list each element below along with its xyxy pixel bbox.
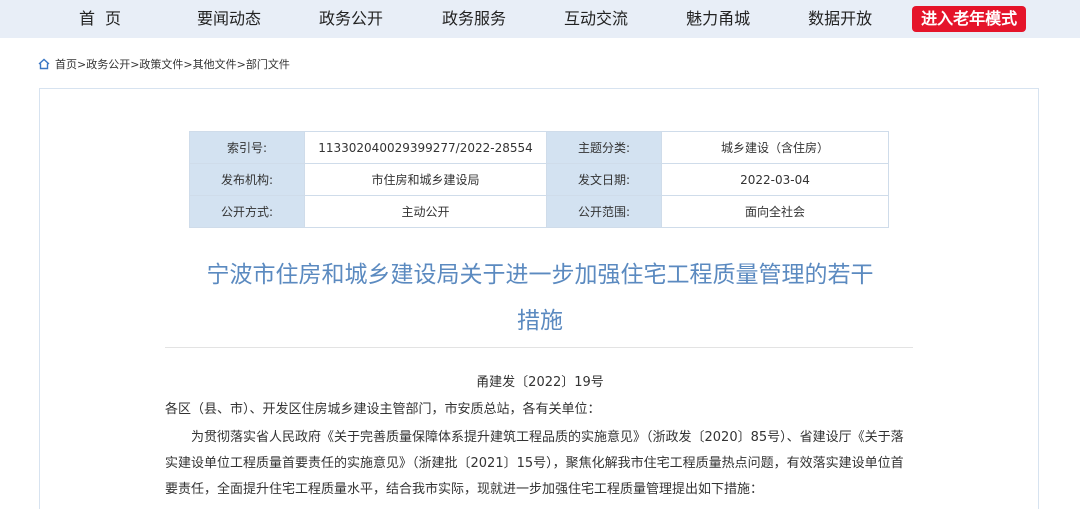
- nav-items: 首页 要闻动态 政务公开 政务服务 互动交流 魅力甬城 数据开放 进入老年模式: [0, 0, 1027, 38]
- topic-label: 主题分类:: [546, 131, 662, 164]
- nav-city-charm[interactable]: 魅力甬城: [686, 0, 750, 38]
- article-title-line-1: 宁波市住房和城乡建设局关于进一步加强住宅工程质量管理的若干: [206, 262, 874, 288]
- elder-mode-button[interactable]: 进入老年模式: [912, 6, 1027, 32]
- nav-home[interactable]: 首页: [72, 0, 138, 38]
- title-divider: [165, 347, 913, 348]
- salutation: 各区（县、市）、开发区住房城乡建设主管部门，市安质总站，各有关单位：: [165, 402, 601, 417]
- mode-label: 公开方式:: [189, 195, 305, 228]
- date-value: 2022-03-04: [661, 163, 889, 196]
- document-number: 甬建发〔2022〕19号: [476, 375, 604, 390]
- index-value: 113302040029399277/2022-28554: [304, 131, 547, 164]
- breadcrumb: 首页>政务公开>政策文件>其他文件>部门文件: [38, 56, 290, 72]
- home-icon: [38, 58, 50, 70]
- org-value: 市住房和城乡建设局: [304, 163, 547, 196]
- top-nav: 首页 要闻动态 政务公开 政务服务 互动交流 魅力甬城 数据开放 进入老年模式: [0, 0, 1080, 38]
- nav-gov-affairs[interactable]: 政务公开: [319, 0, 383, 38]
- topic-value: 城乡建设（含住房）: [661, 131, 889, 164]
- scope-label: 公开范围:: [546, 195, 662, 228]
- nav-gov-services[interactable]: 政务服务: [442, 0, 506, 38]
- org-label: 发布机构:: [189, 163, 305, 196]
- document-meta-table: 索引号: 113302040029399277/2022-28554 主题分类:…: [189, 131, 889, 228]
- nav-open-data[interactable]: 数据开放: [808, 0, 872, 38]
- breadcrumb-links[interactable]: 首页>政务公开>政策文件>其他文件>部门文件: [55, 56, 290, 72]
- article-title-line-2: 措施: [517, 308, 563, 334]
- mode-value: 主动公开: [304, 195, 547, 228]
- body-paragraph: 为贯彻落实省人民政府《关于完善质量保障体系提升建筑工程品质的实施意见》（浙政发〔…: [165, 430, 904, 497]
- date-label: 发文日期:: [546, 163, 662, 196]
- nav-interaction[interactable]: 互动交流: [564, 0, 628, 38]
- scope-value: 面向全社会: [661, 195, 889, 228]
- nav-news[interactable]: 要闻动态: [197, 0, 261, 38]
- article-title: 宁波市住房和城乡建设局关于进一步加强住宅工程质量管理的若干 措施: [140, 252, 940, 344]
- index-label: 索引号:: [189, 131, 305, 164]
